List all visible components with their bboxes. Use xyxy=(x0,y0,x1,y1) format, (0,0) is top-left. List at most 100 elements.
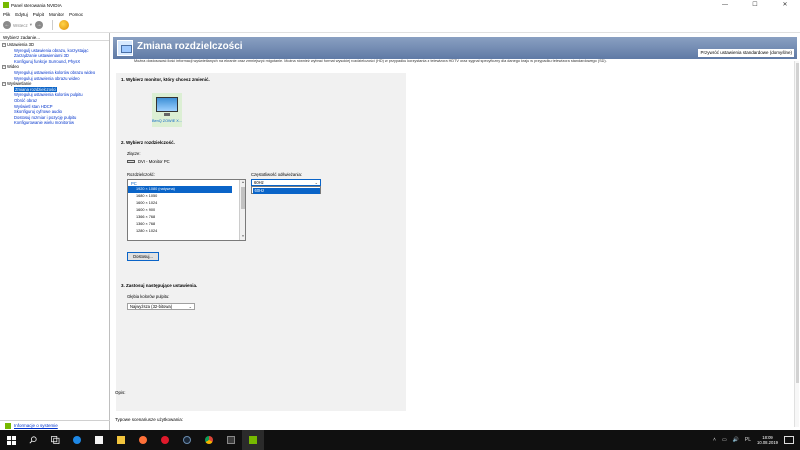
collapse-icon[interactable]: − xyxy=(2,42,6,47)
monitor-tile[interactable]: BenQ ZOWIE X... xyxy=(152,93,182,127)
windows-logo-icon xyxy=(6,435,16,445)
collapse-icon[interactable]: − xyxy=(2,65,6,70)
section-apply-settings: 3. Zastosuj następujące ustawienia. xyxy=(121,283,198,288)
resolution-scrollbar[interactable]: ▴ ▾ xyxy=(239,180,245,240)
toolbar-separator xyxy=(52,20,54,30)
section-select-resolution: 2. Wybierz rozdzielczość. xyxy=(121,140,175,145)
resolution-option[interactable]: 1280 × 1024 xyxy=(128,228,245,235)
clock[interactable]: 18:09 10.08.2019 xyxy=(757,435,778,445)
app-icon[interactable] xyxy=(220,430,242,450)
color-depth-select[interactable]: Najwyższa (32-bitowa) ⌄ xyxy=(127,303,195,310)
task-tree: − Ustawienia 3D Wyregulj ustawienia obraz… xyxy=(0,41,109,126)
monitor-stand xyxy=(164,113,170,116)
system-tray: ˄ ▭ 🔊 PL 18:09 10.08.2019 xyxy=(710,430,800,450)
refresh-rate-label: Częstotliwość odświeżania: xyxy=(251,172,302,177)
task-view-icon[interactable] xyxy=(44,430,66,450)
clock-date: 10.08.2019 xyxy=(757,440,778,445)
connector-label: Złącze: xyxy=(127,151,141,156)
window-controls: — ☐ ✕ xyxy=(710,0,800,10)
scroll-down-icon[interactable]: ▾ xyxy=(240,234,245,240)
resolution-label: Rozdzielczość: xyxy=(127,172,155,177)
nvidia-taskbar-icon[interactable] xyxy=(242,430,264,450)
back-dropdown-icon: ▾ xyxy=(29,22,33,27)
content-pane: Zmiana rozdzielczości Przywróć ustawieni… xyxy=(110,33,800,430)
menu-pomoc[interactable]: Pomoc xyxy=(69,12,83,17)
page-description: Można dostosować ilość informacji wyświe… xyxy=(134,59,607,63)
refresh-rate-value: 60Hz xyxy=(254,180,264,185)
dvi-connector-icon xyxy=(127,160,135,163)
tree-item-label: Konfiguruj funkcje Surround, PhysX xyxy=(14,58,81,64)
scroll-up-icon[interactable]: ▴ xyxy=(240,180,245,186)
resolution-option[interactable]: 1680 × 1050 xyxy=(128,193,245,200)
edge-icon[interactable] xyxy=(66,430,88,450)
refresh-rate-option[interactable]: 60Hz xyxy=(252,187,320,194)
window-title: Panel sterowania NVIDIA xyxy=(11,2,62,8)
section-select-monitor: 1. Wybierz monitor, który chcesz zmienić… xyxy=(121,77,210,82)
scroll-thumb[interactable] xyxy=(241,187,245,209)
monitor-icon xyxy=(156,97,178,112)
resolution-listbox[interactable]: PC 1920 × 1080 (natywna) 1680 × 1050 160… xyxy=(127,179,246,241)
description-label: Opis: xyxy=(115,390,126,395)
steam-icon[interactable] xyxy=(176,430,198,450)
menu-pulpit[interactable]: Pulpit xyxy=(33,12,44,17)
customize-button[interactable]: Dostosuj... xyxy=(127,252,159,261)
system-info-link[interactable]: Informacje o systemie xyxy=(14,423,58,428)
nvidia-app-icon xyxy=(3,2,9,8)
toolbar: ← Wstecz ▾ → xyxy=(0,18,800,33)
page-title: Zmiana rozdzielczości xyxy=(137,41,243,52)
notifications-icon[interactable] xyxy=(784,436,794,444)
windows-taskbar: ˄ ▭ 🔊 PL 18:09 10.08.2019 xyxy=(0,430,800,450)
menu-monitor[interactable]: Monitor xyxy=(49,12,64,17)
monitor-label: BenQ ZOWIE X... xyxy=(152,119,182,123)
back-label: Wstecz xyxy=(13,22,28,28)
content-scroll-thumb[interactable] xyxy=(796,63,799,383)
firefox-icon[interactable] xyxy=(132,430,154,450)
content-scrollbar[interactable] xyxy=(794,61,799,427)
language-indicator[interactable]: PL xyxy=(745,437,751,443)
forward-button[interactable]: → xyxy=(35,20,45,30)
task-pane-header: Wybierz zadanie... xyxy=(0,33,109,41)
menu-bar: Plik Edytuj Pulpit Monitor Pomoc xyxy=(0,10,800,18)
task-navigation-pane: Wybierz zadanie... − Ustawienia 3D Wyregu… xyxy=(0,33,110,430)
page-banner: Zmiana rozdzielczości Przywróć ustawieni… xyxy=(113,37,797,59)
battery-icon[interactable]: ▭ xyxy=(722,437,727,443)
back-button[interactable]: ← Wstecz ▾ xyxy=(3,20,32,30)
maximize-button[interactable]: ☐ xyxy=(740,0,770,10)
left-pane-footer: Informacje o systemie xyxy=(0,420,110,430)
chrome-icon[interactable] xyxy=(198,430,220,450)
resolution-option[interactable]: 1920 × 1080 (natywna) xyxy=(128,186,232,193)
store-icon[interactable] xyxy=(88,430,110,450)
settings-panel: 1. Wybierz monitor, który chcesz zmienić… xyxy=(116,73,406,411)
resolution-option[interactable]: 1600 × 1024 xyxy=(128,200,245,207)
resolution-option[interactable]: 1366 × 768 xyxy=(128,214,245,221)
restore-defaults-link[interactable]: Przywróć ustawienia standardowe (domyśln… xyxy=(698,49,794,57)
tree-item-label: Konfigurowanie wielu monitorów xyxy=(14,120,75,126)
show-hidden-icons-icon[interactable]: ˄ xyxy=(713,437,716,443)
volume-icon[interactable]: 🔊 xyxy=(733,437,739,443)
display-settings-icon xyxy=(117,40,133,56)
menu-edytuj[interactable]: Edytuj xyxy=(15,12,28,17)
resolution-option[interactable]: 1600 × 900 xyxy=(128,207,245,214)
color-depth-label: Głębia kolorów pulpitu: xyxy=(127,294,170,299)
color-depth-value: Najwyższa (32-bitowa) xyxy=(130,304,173,309)
forward-arrow-icon: → xyxy=(35,21,44,29)
connector-value: DVI - Monitor PC xyxy=(138,159,170,164)
menu-plik[interactable]: Plik xyxy=(3,12,10,17)
search-icon[interactable] xyxy=(22,430,44,450)
typical-usage-label: Typowe scenariusze użytkowania: xyxy=(115,417,184,422)
refresh-rate-dropdown: 60Hz xyxy=(251,186,321,194)
resolution-option[interactable]: 1360 × 768 xyxy=(128,221,245,228)
home-icon[interactable] xyxy=(59,20,70,30)
minimize-button[interactable]: — xyxy=(710,0,740,10)
file-explorer-icon[interactable] xyxy=(110,430,132,450)
title-bar: Panel sterowania NVIDIA — ☐ ✕ xyxy=(0,0,800,10)
back-arrow-icon: ← xyxy=(3,21,11,29)
close-button[interactable]: ✕ xyxy=(770,0,800,10)
collapse-icon[interactable]: − xyxy=(2,81,6,86)
opera-icon[interactable] xyxy=(154,430,176,450)
start-button[interactable] xyxy=(0,430,22,450)
system-info-icon xyxy=(5,422,11,429)
chevron-down-icon: ⌄ xyxy=(188,304,192,309)
refresh-rate-select[interactable]: 60Hz ⌄ xyxy=(251,179,321,186)
tree-item-multiple-displays[interactable]: Konfigurowanie wielu monitorów xyxy=(2,120,109,126)
